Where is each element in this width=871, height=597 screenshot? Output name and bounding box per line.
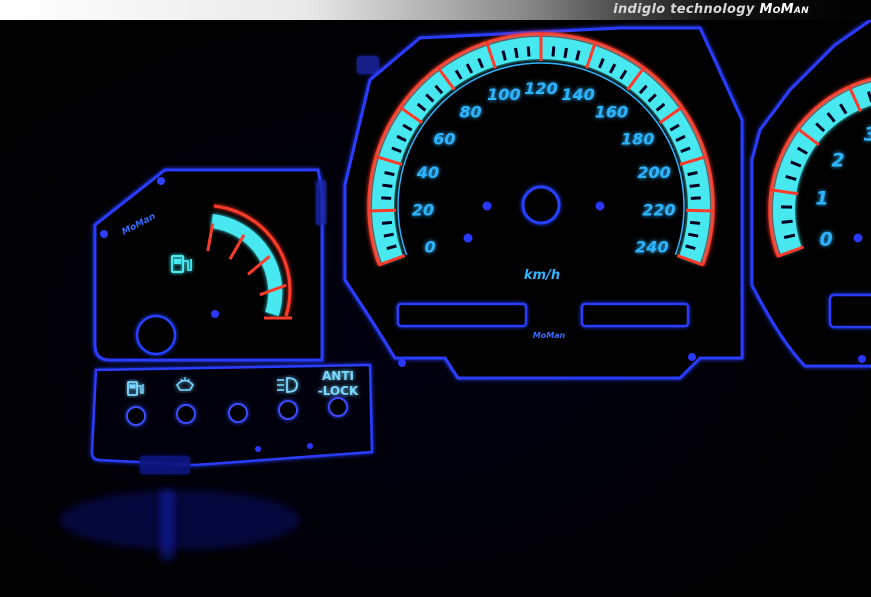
tach-label: 3 (864, 123, 871, 145)
speed-label: 160 (595, 102, 628, 121)
banner-prefix: indiglo technology (613, 2, 755, 17)
speed-label: 100 (487, 85, 520, 104)
tach-label: 2 (831, 149, 844, 171)
indicator-light (328, 397, 348, 417)
speed-label: 140 (561, 85, 594, 104)
banner-title: indiglo technology MoMan (613, 2, 809, 17)
speed-minor-tick (551, 46, 556, 57)
tach-label: 1 (815, 187, 828, 209)
instrument-cluster-photo: MoMan 0 20 40 6080 100 120 140160 180 200 220 240 … (0, 20, 871, 597)
speed-unit-label: km/h (524, 268, 560, 283)
speed-label: 240 (635, 237, 668, 256)
indicator-light (278, 400, 298, 420)
speed-minor-tick (690, 196, 701, 200)
speed-label: 60 (433, 129, 455, 148)
speed-major-tick (685, 208, 714, 213)
anti-lock-label-line1: ANTI (322, 369, 354, 383)
indicator-light (176, 404, 196, 424)
speed-minor-tick (526, 46, 531, 57)
speed-minor-tick (687, 171, 698, 177)
speed-label: 120 (524, 79, 557, 98)
speedometer-brand: MoMan (533, 331, 566, 340)
speed-label: 200 (637, 163, 670, 182)
fuel-gauge: MoMan (93, 168, 324, 362)
speed-minor-tick (514, 47, 519, 59)
speed-major-tick (368, 208, 397, 213)
top-banner: indiglo technology MoMan (0, 0, 871, 20)
tach-label: 0 (819, 229, 832, 251)
speed-minor-tick (381, 220, 393, 225)
speed-label: 20 (412, 200, 434, 219)
speed-minor-tick (383, 232, 394, 238)
speed-label: 80 (459, 102, 481, 121)
speed-minor-tick (688, 232, 699, 238)
speed-label: 40 (416, 163, 439, 182)
indicator-light (126, 406, 146, 426)
speedometer: 0 20 40 6080 100 120 140160 180 200 220 240 km/h M… (343, 26, 744, 380)
speed-label: 220 (642, 200, 675, 219)
tach-minor-tick (781, 219, 793, 224)
speed-minor-tick (563, 47, 568, 59)
warning-light-panel: ANTI -LOCK (90, 363, 374, 467)
speed-minor-tick (384, 171, 395, 177)
indicator-light (228, 403, 248, 423)
speed-minor-tick (689, 183, 700, 188)
speed-label: 180 (621, 129, 654, 148)
speed-label: 0 (425, 237, 436, 256)
banner-brand: MoMan (759, 2, 809, 17)
speed-minor-tick (689, 220, 701, 225)
speed-minor-tick (381, 196, 392, 200)
anti-lock-label-line2: -LOCK (318, 384, 359, 398)
speed-minor-tick (382, 183, 393, 188)
